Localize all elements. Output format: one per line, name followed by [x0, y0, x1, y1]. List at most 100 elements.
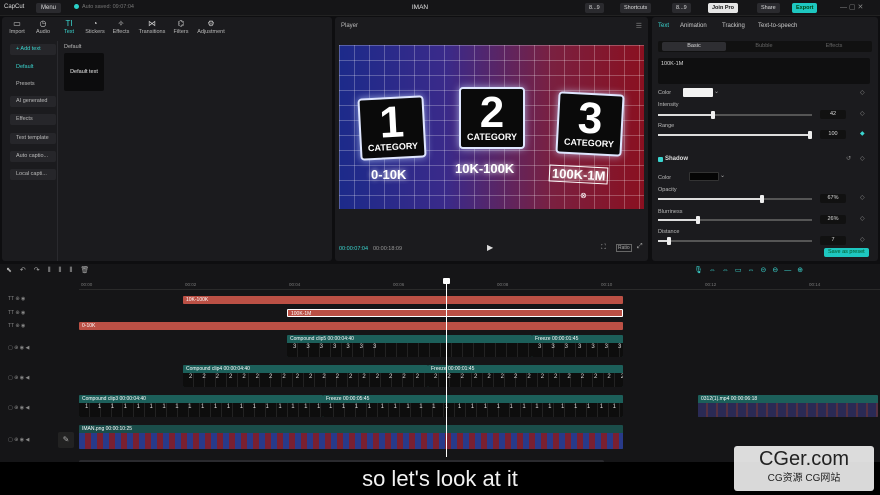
sidebar-item-ai-generated[interactable]: AI generated: [10, 96, 56, 107]
shortcuts-button[interactable]: Shortcuts: [620, 3, 652, 13]
range-label-3-selected[interactable]: 100K-1M: [548, 164, 609, 185]
text-clip-0-10k[interactable]: 0-10K: [79, 322, 623, 330]
blurriness-label: Blurriness: [658, 209, 683, 215]
keyframe-icon[interactable]: ◇: [860, 155, 865, 162]
save-as-preset-button[interactable]: Save as preset: [824, 248, 869, 257]
app-logo: CapCut: [4, 4, 25, 10]
freeze-clip-b[interactable]: Freeze 00:00:01:452222222222222222222: [428, 365, 623, 387]
range-label: Range: [658, 123, 675, 129]
intensity-slider[interactable]: [658, 111, 812, 119]
subtab-bubble[interactable]: Bubble: [732, 42, 796, 51]
tool-import[interactable]: ▭ Import: [4, 19, 30, 35]
ratio-button[interactable]: Ratio: [616, 244, 632, 252]
keyframe-icon[interactable]: ◇: [860, 215, 865, 222]
text-color-swatch[interactable]: [683, 88, 713, 97]
play-icon[interactable]: ▶: [487, 243, 493, 252]
track-controls-icon[interactable]: ▢ ⊕ ◉ ◀: [8, 437, 29, 443]
rotate-handle-icon[interactable]: ⊗: [580, 191, 587, 200]
export-button[interactable]: Export: [792, 3, 818, 13]
compound-clip-4[interactable]: Compound clip4 00:00:04:40 22222222222222…: [183, 365, 428, 387]
range-value[interactable]: 100: [820, 130, 846, 139]
add-text-button[interactable]: + Add text: [10, 44, 56, 55]
keyframe-icon[interactable]: ◇: [860, 110, 865, 117]
tool-effects[interactable]: ✧ Effects: [108, 19, 134, 35]
tool-stickers[interactable]: ◔ Stickers: [82, 19, 108, 35]
main-clip-iman-png[interactable]: IMAN.png 00:00:10:25: [79, 425, 623, 449]
keyframe-active-icon[interactable]: ◆: [860, 130, 865, 137]
text-clip-100k-1m[interactable]: 100K-1M: [287, 309, 623, 317]
subtab-effects[interactable]: Effects: [802, 42, 866, 51]
share-button[interactable]: Share: [757, 3, 780, 13]
tool-audio[interactable]: ◷ Audio: [30, 19, 56, 35]
keyframe-icon[interactable]: ◇: [860, 236, 865, 243]
compound-clip-5[interactable]: Compound clip5 00:00:04:40 3333333: [287, 335, 532, 357]
blurriness-value[interactable]: 26%: [820, 215, 846, 224]
compound-clip-3[interactable]: Compound clip3 00:00:04:40 11111111111111…: [79, 395, 323, 417]
tab-text[interactable]: Text: [658, 23, 669, 29]
video-preview[interactable]: 1 CATEGORY 2 CATEGORY 3 CATEGORY 0-10K 10K-…: [339, 45, 644, 209]
opacity-slider[interactable]: [658, 195, 812, 203]
chevron-down-icon[interactable]: ⌄: [720, 172, 725, 179]
color-label: Color: [658, 90, 672, 96]
storage-button[interactable]: 8...9: [672, 3, 691, 13]
import-icon: ▭: [13, 19, 21, 28]
time-ruler[interactable]: 00:00 00:02 00:04 00:06 00:08 00:10 00:1…: [79, 281, 880, 290]
shadow-color-swatch[interactable]: [689, 172, 719, 181]
distance-value[interactable]: 7: [820, 236, 846, 245]
effects-icon: ✧: [117, 19, 125, 28]
window-controls[interactable]: — ▢ ✕: [840, 3, 863, 11]
transitions-icon: ⋈: [148, 19, 156, 28]
chevron-down-icon[interactable]: ⌄: [714, 88, 719, 95]
text-content-input[interactable]: 100K-1M: [658, 58, 870, 84]
distance-slider[interactable]: [658, 237, 812, 245]
tool-filters[interactable]: ⌬ Filters: [168, 19, 194, 35]
playhead[interactable]: [446, 279, 447, 457]
menu-button[interactable]: Menu: [36, 3, 62, 13]
timeline-right-tools[interactable]: 🎙⇔⇔▭⇔⊝⊖—⊕: [694, 266, 809, 274]
playhead-handle[interactable]: [443, 278, 450, 284]
track-controls-icon[interactable]: ▢ ⊕ ◉ ◀: [8, 375, 29, 381]
timeline-toolbar[interactable]: ⬉↶↷⫴⫴⫴🗑: [6, 266, 97, 275]
tool-transitions[interactable]: ⋈ Transitions: [136, 19, 168, 35]
track-controls-icon[interactable]: ▢ ⊕ ◉ ◀: [8, 345, 29, 351]
keyframe-icon[interactable]: ◇: [860, 89, 865, 96]
tab-animation[interactable]: Animation: [680, 23, 707, 29]
opacity-value[interactable]: 67%: [820, 194, 846, 203]
freeze-clip-a[interactable]: Freeze 00:00:01:45 3333333: [532, 335, 623, 357]
keyframe-icon[interactable]: ◇: [860, 194, 865, 201]
freeze-clip-c[interactable]: Freeze 00:00:05:45 1111111111111111111111…: [323, 395, 623, 417]
sidebar-item-effects[interactable]: Effects: [10, 114, 56, 125]
intensity-value[interactable]: 42: [820, 110, 846, 119]
video-clip-0312[interactable]: 0312(1).mp4 00:00:06:18: [698, 395, 878, 417]
shadow-checkbox[interactable]: [658, 157, 663, 162]
range-label-2[interactable]: 10K-100K: [455, 161, 514, 176]
cover-edit-icon[interactable]: ✎: [58, 432, 74, 448]
storage-indicator[interactable]: 8...9: [585, 3, 604, 13]
reset-icon[interactable]: ↺: [846, 155, 851, 162]
text-clip-10k-100k[interactable]: 10K-100K: [183, 296, 623, 304]
tool-adjustment[interactable]: ⚙ Adjustment: [194, 19, 228, 35]
join-pro-button[interactable]: Join Pro: [708, 3, 739, 13]
blurriness-slider[interactable]: [658, 216, 812, 224]
range-label-1[interactable]: 0-10K: [371, 167, 406, 182]
sidebar-item-presets[interactable]: Presets: [10, 79, 56, 90]
fullscreen-icon[interactable]: ⤢: [637, 243, 643, 251]
current-time: 00:00:07:04: [339, 246, 369, 252]
sidebar-item-auto-captions[interactable]: Auto captio...: [10, 151, 56, 162]
tab-tracking[interactable]: Tracking: [722, 23, 745, 29]
track-controls-icon[interactable]: ▢ ⊕ ◉ ◀: [8, 405, 29, 411]
range-slider[interactable]: [658, 131, 812, 139]
track-controls-icon[interactable]: TT ⊕ ◉: [8, 323, 25, 329]
tool-text[interactable]: TI Text: [56, 19, 82, 35]
fit-icon[interactable]: ⛶: [601, 244, 606, 252]
project-title: IMAN: [411, 4, 429, 11]
sidebar-item-default[interactable]: Default: [10, 62, 56, 73]
sidebar-item-local-captions[interactable]: Local capti...: [10, 169, 56, 180]
subtab-basic[interactable]: Basic: [662, 42, 726, 51]
sidebar-item-text-template[interactable]: Text template: [10, 133, 56, 144]
player-menu-icon[interactable]: ☰: [636, 22, 642, 30]
track-controls-icon[interactable]: TT ⊕ ◉: [8, 310, 25, 316]
default-text-card[interactable]: Default text: [64, 53, 104, 91]
track-controls-icon[interactable]: TT ⊕ ◉: [8, 296, 25, 302]
tab-text-to-speech[interactable]: Text-to-speech: [758, 23, 797, 29]
